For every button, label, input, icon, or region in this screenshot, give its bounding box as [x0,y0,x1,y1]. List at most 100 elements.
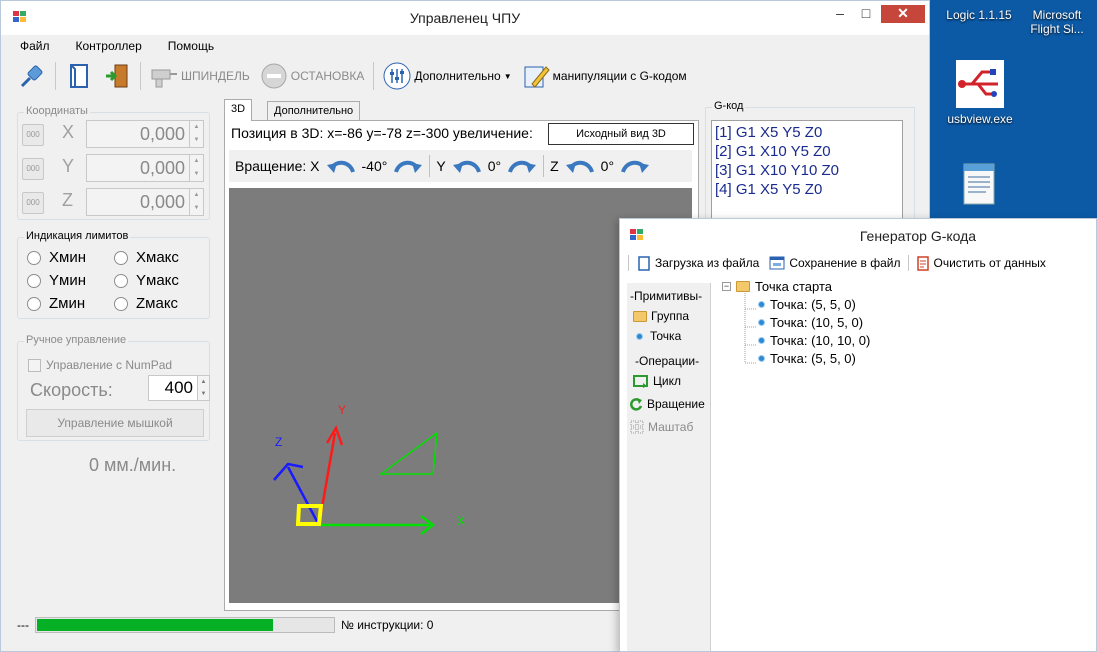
coord-row-z: 000 Z 0,000 ▲ ▼ [22,188,206,216]
collapse-icon[interactable]: − [722,282,731,291]
gcode-line[interactable]: [1] G1 X5 Y5 Z0 [715,123,899,142]
numpad-checkbox-row[interactable]: Управление с NumPad [28,358,172,372]
exit-button[interactable] [100,60,134,92]
clear-data-button[interactable]: Очистить от данных [915,255,1047,271]
extra-label: Дополнительно [414,69,501,83]
limit-xmax: Xмакс [114,249,179,266]
primitives-header: -Примитивы- [630,289,703,303]
menu-file[interactable]: Файл [16,37,54,55]
x-axis-label: X [457,514,465,528]
speed-input[interactable]: 400 [148,375,198,401]
coord-y-spinner[interactable]: ▲ ▼ [190,154,204,182]
loop-icon [633,375,648,388]
generator-titlebar[interactable]: Генератор G-кода [620,219,1096,251]
palette-rotate-label: Вращение [647,397,705,411]
close-button[interactable]: ✕ [881,5,925,23]
load-from-file-button[interactable]: Загрузка из файла [635,255,761,271]
save-to-file-label: Сохранение в файл [789,256,901,270]
gcode-manip-button[interactable]: манипуляции с G-кодом [519,60,690,92]
generator-title: Генератор G-кода [859,228,977,244]
spindle-label: ШПИНДЕЛЬ [181,69,250,83]
desktop-icon-label: Microsoft Flight Si... [1030,8,1084,36]
palette-loop-item[interactable]: Цикл [633,374,681,388]
zero-y-button[interactable]: 000 [22,158,44,180]
tree-point-node[interactable]: Точка: (10, 5, 0) [758,315,863,330]
app-icon [630,229,643,240]
limit-label: Xмин [49,249,86,266]
rotate-z-right-icon[interactable] [620,156,650,176]
toolbar-separator [373,62,375,90]
limit-indicator [114,273,128,288]
mouse-control-button[interactable]: Управление мышкой [26,409,204,437]
tab-extra[interactable]: Дополнительно [267,101,361,121]
palette-point-item[interactable]: Точка [633,329,681,343]
menu-controller[interactable]: Контроллер [72,37,146,55]
speed-spinner[interactable]: ▲ ▼ [198,375,210,401]
zero-x-button[interactable]: 000 [22,124,44,146]
palette-scale-item[interactable]: Маштаб [630,420,693,434]
limit-indicator [27,296,41,311]
operations-header: -Операции- [635,354,700,368]
coordinates-group-label: Координаты [24,105,90,117]
gcode-line[interactable]: [2] G1 X10 Y5 Z0 [715,142,899,161]
desktop-icon-label: usbview.exe [947,112,1013,126]
save-to-file-button[interactable]: Сохранение в файл [767,256,902,270]
menu-help[interactable]: Помощь [164,37,218,55]
coord-row-y: 000 Y 0,000 ▲ ▼ [22,154,206,182]
rotate-x-right-icon[interactable] [393,156,423,176]
coord-y-field[interactable]: 0,000 [86,154,190,182]
palette-rotate-item[interactable]: Вращение [629,397,705,411]
limit-ymax: Yмакс [114,272,179,289]
stop-icon [261,63,287,89]
axis-label: Z [62,190,73,210]
desktop-icon-notepad[interactable] [952,160,1008,213]
limit-label: Yмин [49,272,86,289]
tree-root-node[interactable]: − Точка старта [722,279,832,294]
coord-z-field[interactable]: 0,000 [86,188,190,216]
palette-point-label: Точка [650,329,682,343]
numpad-checkbox[interactable] [28,358,41,372]
gcode-manip-label: манипуляции с G-кодом [552,69,687,83]
minimize-button[interactable]: ‒ [827,5,853,23]
open-file-button[interactable] [62,60,96,92]
palette-loop-label: Цикл [653,374,681,388]
connect-button[interactable] [15,60,49,92]
coord-x-spinner[interactable]: ▲ ▼ [190,120,204,148]
palette-group-item[interactable]: Группа [633,309,689,323]
point-icon [758,301,765,308]
palette-scale-label: Маштаб [648,420,694,434]
palette-group-label: Группа [651,309,690,323]
toolbar-separator [140,62,141,90]
gcode-line[interactable]: [4] G1 X5 Y5 Z0 [715,180,899,199]
limit-indicator [114,296,128,311]
coord-x-field[interactable]: 0,000 [86,120,190,148]
rotate-z-left-icon[interactable] [565,156,595,176]
rotation-x-value: -40° [361,158,388,174]
main-titlebar[interactable]: Управленец ЧПУ ‒ □ ✕ [1,1,929,35]
zero-z-button[interactable]: 000 [22,192,44,214]
instruction-number-label: № инструкции: 0 [341,618,434,632]
desktop-icon-usbview[interactable]: usbview.exe [940,60,1020,126]
scale-icon [630,420,644,434]
stop-button[interactable]: ОСТАНОВКА [257,60,368,92]
tree-point-node[interactable]: Точка: (5, 5, 0) [758,351,856,366]
extra-dropdown-button[interactable]: Дополнительно ▼ [380,60,514,92]
reset-view-button[interactable]: Исходный вид 3D [548,123,694,145]
rotate-y-right-icon[interactable] [507,156,537,176]
spindle-button[interactable]: ШПИНДЕЛЬ [147,60,253,92]
limit-indicator [27,273,41,288]
maximize-button[interactable]: □ [853,5,879,23]
gcode-list[interactable]: [1] G1 X5 Y5 Z0 [2] G1 X10 Y5 Z0 [3] G1 … [711,120,903,220]
main-toolbar: ШПИНДЕЛЬ ОСТАНОВКА Дополнительно ▼ манип… [15,58,915,94]
rotate-x-left-icon[interactable] [326,156,356,176]
gcode-line[interactable]: [3] G1 X10 Y10 Z0 [715,161,899,180]
tab-3d[interactable]: 3D [224,99,253,121]
coord-z-spinner[interactable]: ▲ ▼ [190,188,204,216]
tree-point-node[interactable]: Точка: (5, 5, 0) [758,297,856,312]
rotate-y-left-icon[interactable] [452,156,482,176]
desktop-icon-logic[interactable]: Logic 1.1.15 [944,8,1014,22]
desktop-icon-flight-sim[interactable]: Microsoft Flight Si... [1022,8,1092,36]
tree-point-node[interactable]: Точка: (10, 10, 0) [758,333,870,348]
limit-indicator [114,250,128,265]
document-icon [638,255,650,271]
